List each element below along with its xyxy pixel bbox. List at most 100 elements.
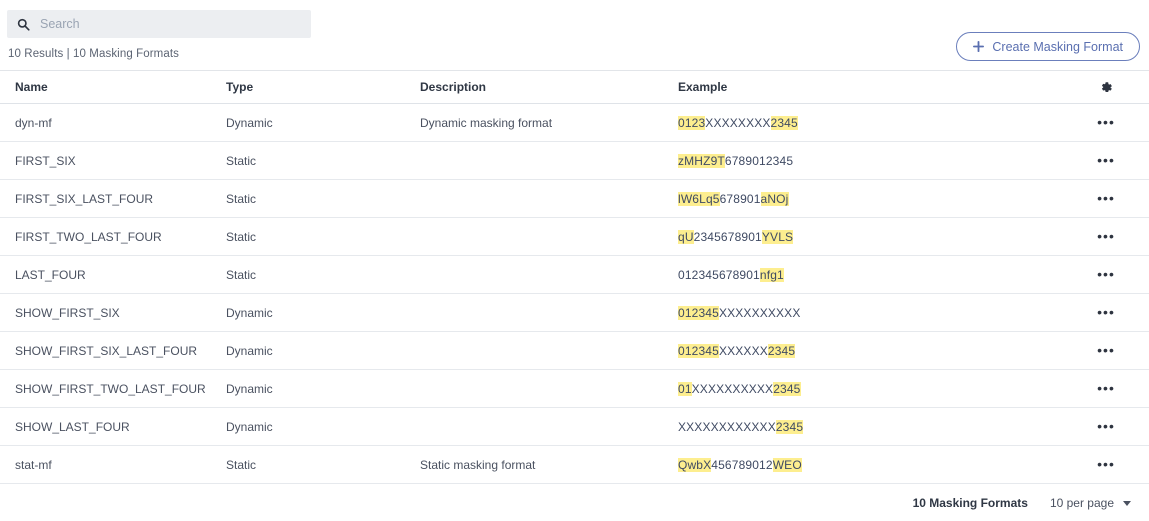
cell-name: FIRST_TWO_LAST_FOUR xyxy=(0,230,213,244)
cell-type: Static xyxy=(213,230,420,244)
table-row[interactable]: dyn-mfDynamicDynamic masking format0123X… xyxy=(0,104,1149,142)
search-box[interactable] xyxy=(7,10,311,38)
cell-example: lW6Lq5678901aNOj xyxy=(678,192,1078,206)
row-actions-menu-icon[interactable]: ••• xyxy=(1097,191,1115,205)
example-highlighted-segment: 012345 xyxy=(678,306,719,320)
example-highlighted-segment: nfg1 xyxy=(760,268,784,282)
example-plain-segment: 2345678901 xyxy=(694,230,762,244)
toolbar: 10 Results | 10 Masking Formats Create M… xyxy=(0,0,1149,68)
search-icon xyxy=(17,18,30,31)
column-header-description[interactable]: Description xyxy=(420,80,678,94)
table-settings-button[interactable] xyxy=(1078,80,1149,94)
table-header-row: Name Type Description Example xyxy=(0,71,1149,104)
cell-name: dyn-mf xyxy=(0,116,213,130)
example-highlighted-segment: 2345 xyxy=(771,116,798,130)
example-highlighted-segment: 2345 xyxy=(773,382,800,396)
row-actions-menu-icon[interactable]: ••• xyxy=(1097,267,1115,281)
cell-name: stat-mf xyxy=(0,458,213,472)
cell-example: 012345XXXXXX2345 xyxy=(678,344,1078,358)
example-value: qU2345678901YVLS xyxy=(678,230,793,244)
example-highlighted-segment: 01 xyxy=(678,382,692,396)
cell-example: 0123XXXXXXXX2345 xyxy=(678,116,1078,130)
cell-type: Dynamic xyxy=(213,382,420,396)
example-plain-segment: 012345678901 xyxy=(678,268,760,282)
row-actions-cell: ••• xyxy=(1078,457,1149,472)
example-value: lW6Lq5678901aNOj xyxy=(678,192,789,206)
search-input[interactable] xyxy=(40,16,290,32)
table-row[interactable]: SHOW_FIRST_SIXDynamic012345XXXXXXXXXX••• xyxy=(0,294,1149,332)
table-row[interactable]: SHOW_FIRST_TWO_LAST_FOURDynamic 01XXXXXXX… xyxy=(0,370,1149,408)
row-actions-menu-icon[interactable]: ••• xyxy=(1097,229,1115,243)
row-actions-cell: ••• xyxy=(1078,191,1149,206)
create-masking-format-label: Create Masking Format xyxy=(992,40,1123,54)
results-summary: 10 Results | 10 Masking Formats xyxy=(8,48,179,60)
cell-type: Dynamic xyxy=(213,420,420,434)
row-actions-cell: ••• xyxy=(1078,153,1149,168)
example-value: XXXXXXXXXXXX2345 xyxy=(678,420,803,434)
column-header-type[interactable]: Type xyxy=(213,80,420,94)
example-plain-segment: 678901 xyxy=(720,192,761,206)
row-actions-menu-icon[interactable]: ••• xyxy=(1097,305,1115,319)
example-highlighted-segment: 012345 xyxy=(678,344,719,358)
example-value: 012345XXXXXXXXXX xyxy=(678,306,801,320)
column-header-name[interactable]: Name xyxy=(0,80,213,94)
table-row[interactable]: FIRST_SIXStaticzMHZ9T6789012345••• xyxy=(0,142,1149,180)
example-highlighted-segment: QwbX xyxy=(678,458,711,472)
row-actions-cell: ••• xyxy=(1078,115,1149,130)
table-row[interactable]: SHOW_FIRST_SIX_LAST_FOURDynamic 012345XXX… xyxy=(0,332,1149,370)
cell-type: Dynamic xyxy=(213,344,420,358)
masking-formats-table: Name Type Description Example dyn-mfDyna… xyxy=(0,70,1149,484)
cell-description: Dynamic masking format xyxy=(420,116,678,130)
row-actions-cell: ••• xyxy=(1078,381,1149,396)
example-plain-segment: XXXXXXXXXX xyxy=(692,382,774,396)
row-actions-menu-icon[interactable]: ••• xyxy=(1097,343,1115,357)
table-row[interactable]: LAST_FOURStatic 012345678901nfg1 ••• xyxy=(0,256,1149,294)
row-actions-menu-icon[interactable]: ••• xyxy=(1097,457,1115,471)
row-actions-menu-icon[interactable]: ••• xyxy=(1097,153,1115,167)
row-actions-menu-icon[interactable]: ••• xyxy=(1097,115,1115,129)
example-plain-segment: XXXXXX xyxy=(719,344,768,358)
cell-name: SHOW_LAST_FOUR xyxy=(0,420,213,434)
table-row[interactable]: SHOW_LAST_FOURDynamic XXXXXXXXXXXX2345 ••• xyxy=(0,408,1149,446)
cell-type: Static xyxy=(213,268,420,282)
row-actions-cell: ••• xyxy=(1078,305,1149,320)
row-actions-cell: ••• xyxy=(1078,267,1149,282)
footer-count-label: 10 Masking Formats xyxy=(913,496,1028,510)
cell-name: LAST_FOUR xyxy=(0,268,213,282)
cell-example: 012345XXXXXXXXXX xyxy=(678,306,1078,320)
per-page-label: 10 per page xyxy=(1050,496,1114,510)
example-plain-segment: XXXXXXXXXXXX xyxy=(678,420,776,434)
cell-example: XXXXXXXXXXXX2345 xyxy=(678,420,1078,434)
row-actions-menu-icon[interactable]: ••• xyxy=(1097,381,1115,395)
cell-example: qU2345678901YVLS xyxy=(678,230,1078,244)
row-actions-cell: ••• xyxy=(1078,343,1149,358)
table-row[interactable]: stat-mfStaticStatic masking formatQwbX45… xyxy=(0,446,1149,484)
cell-type: Static xyxy=(213,192,420,206)
example-plain-segment: 456789012 xyxy=(711,458,772,472)
cell-name: SHOW_FIRST_TWO_LAST_FOUR xyxy=(0,382,213,396)
table-body: dyn-mfDynamicDynamic masking format0123X… xyxy=(0,104,1149,484)
example-highlighted-segment: qU xyxy=(678,230,694,244)
example-highlighted-segment: lW6Lq5 xyxy=(678,192,720,206)
plus-icon xyxy=(973,41,984,52)
table-row[interactable]: FIRST_TWO_LAST_FOURStatic qU2345678901YVL… xyxy=(0,218,1149,256)
example-value: zMHZ9T6789012345 xyxy=(678,154,793,168)
cell-name: SHOW_FIRST_SIX_LAST_FOUR xyxy=(0,344,213,358)
cell-example: 01XXXXXXXXXX2345 xyxy=(678,382,1078,396)
table-row[interactable]: FIRST_SIX_LAST_FOURStaticlW6Lq5678901aNO… xyxy=(0,180,1149,218)
column-header-example[interactable]: Example xyxy=(678,80,1078,94)
create-masking-format-button[interactable]: Create Masking Format xyxy=(956,32,1140,61)
row-actions-menu-icon[interactable]: ••• xyxy=(1097,419,1115,433)
cell-example: zMHZ9T6789012345 xyxy=(678,154,1078,168)
example-highlighted-segment: aNOj xyxy=(761,192,789,206)
example-plain-segment: XXXXXXXXXX xyxy=(719,306,801,320)
per-page-selector[interactable]: 10 per page xyxy=(1050,496,1131,510)
example-highlighted-segment: zMHZ9T xyxy=(678,154,725,168)
example-plain-segment: 6789012345 xyxy=(725,154,793,168)
row-actions-cell: ••• xyxy=(1078,229,1149,244)
example-highlighted-segment: YVLS xyxy=(762,230,793,244)
example-highlighted-segment: 0123 xyxy=(678,116,705,130)
example-value: 012345XXXXXX2345 xyxy=(678,344,795,358)
example-highlighted-segment: 2345 xyxy=(776,420,803,434)
masking-formats-page: 10 Results | 10 Masking Formats Create M… xyxy=(0,0,1149,521)
